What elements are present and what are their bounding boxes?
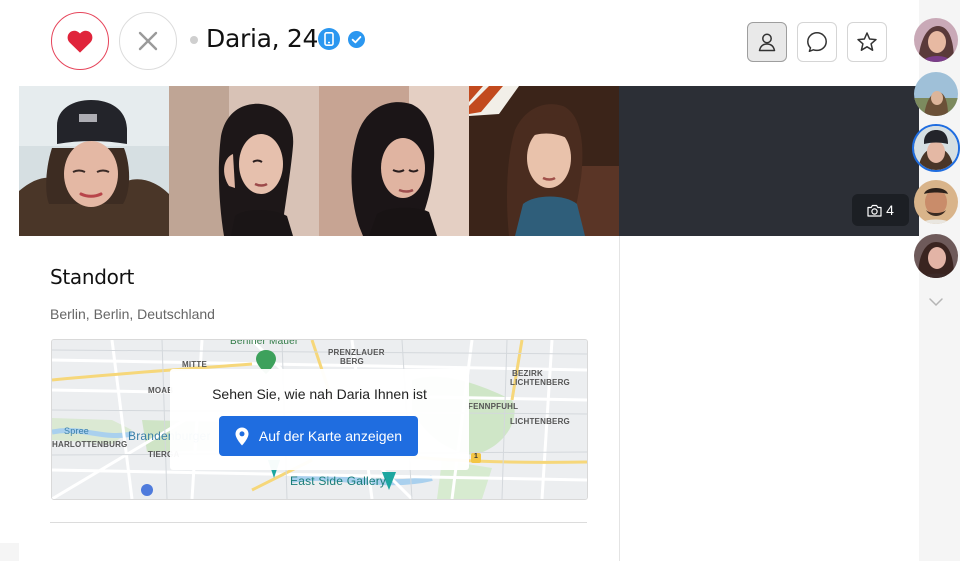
favorite-button[interactable] bbox=[847, 22, 887, 62]
profile-header: Daria, 24 bbox=[19, 0, 919, 86]
person-icon bbox=[758, 33, 776, 52]
like-button[interactable] bbox=[51, 12, 109, 70]
online-status-dot bbox=[190, 36, 198, 44]
profile-page: Daria, 24 4 Standort Berlin, Berlin, Deu… bbox=[19, 0, 919, 561]
profile-content: Standort Berlin, Berlin, Deutschland Ber… bbox=[19, 236, 620, 561]
map-label-lichtenberg: LICHTENBERG bbox=[510, 417, 570, 426]
profile-view-button[interactable] bbox=[747, 22, 787, 62]
profile-thumb-5[interactable] bbox=[914, 234, 958, 278]
photo-count: 4 bbox=[886, 202, 894, 218]
map-overlay-card: Sehen Sie, wie nah Daria Ihnen ist Auf d… bbox=[170, 369, 469, 470]
profile-photo-4[interactable] bbox=[469, 86, 619, 236]
profile-photo-2[interactable] bbox=[169, 86, 319, 236]
chat-bubble-icon bbox=[807, 32, 827, 53]
map-label-prenzlauer: PRENZLAUER bbox=[328, 348, 385, 357]
location-map[interactable]: Berliner Mauer MITTE PRENZLAUER BERG BEZ… bbox=[51, 339, 588, 500]
location-pin-icon bbox=[235, 427, 249, 445]
map-label-spree: Spree bbox=[64, 426, 90, 436]
verified-check-icon bbox=[348, 31, 365, 48]
map-label-fennpfuhl: FENNPFUHL bbox=[468, 402, 519, 411]
profile-thumb-4[interactable] bbox=[914, 180, 958, 224]
map-label-east-side-gallery: East Side Gallery bbox=[290, 474, 387, 488]
left-page-edge bbox=[0, 0, 19, 543]
star-icon bbox=[857, 32, 877, 51]
photo-count-badge[interactable]: 4 bbox=[852, 194, 909, 226]
profile-name-age: Daria, 24 bbox=[206, 24, 319, 53]
phone-icon bbox=[318, 28, 340, 50]
heart-icon bbox=[67, 30, 93, 53]
show-on-map-label: Auf der Karte anzeigen bbox=[258, 428, 403, 444]
section-divider bbox=[50, 522, 587, 523]
map-label-bezirk: BEZIRK bbox=[512, 369, 543, 378]
dislike-button[interactable] bbox=[119, 12, 177, 70]
profile-thumb-2[interactable] bbox=[914, 72, 958, 116]
profile-photo-3[interactable] bbox=[319, 86, 469, 236]
profile-thumb-3-active[interactable] bbox=[912, 124, 960, 172]
photo-gallery: 4 bbox=[19, 86, 919, 236]
camera-icon bbox=[867, 204, 882, 217]
map-label-mitte: MITTE bbox=[182, 360, 207, 369]
location-title: Standort bbox=[50, 265, 135, 289]
map-label-berg: BERG bbox=[340, 357, 364, 366]
close-icon bbox=[138, 31, 158, 51]
chevron-down-icon[interactable] bbox=[927, 296, 945, 308]
map-label-mauer: Berliner Mauer bbox=[230, 339, 299, 347]
map-label-route: 1 bbox=[474, 453, 479, 460]
profile-thumb-1[interactable] bbox=[914, 18, 958, 62]
profile-photo-1[interactable] bbox=[19, 86, 169, 236]
map-label-lichtenberg-top: LICHTENBERG bbox=[510, 378, 570, 387]
show-on-map-button[interactable]: Auf der Karte anzeigen bbox=[219, 416, 418, 456]
map-prompt-text: Sehen Sie, wie nah Daria Ihnen ist bbox=[212, 386, 427, 402]
chat-button[interactable] bbox=[797, 22, 837, 62]
location-text: Berlin, Berlin, Deutschland bbox=[50, 306, 215, 322]
map-label-charlottenburg: HARLOTTENBURG bbox=[52, 440, 128, 449]
